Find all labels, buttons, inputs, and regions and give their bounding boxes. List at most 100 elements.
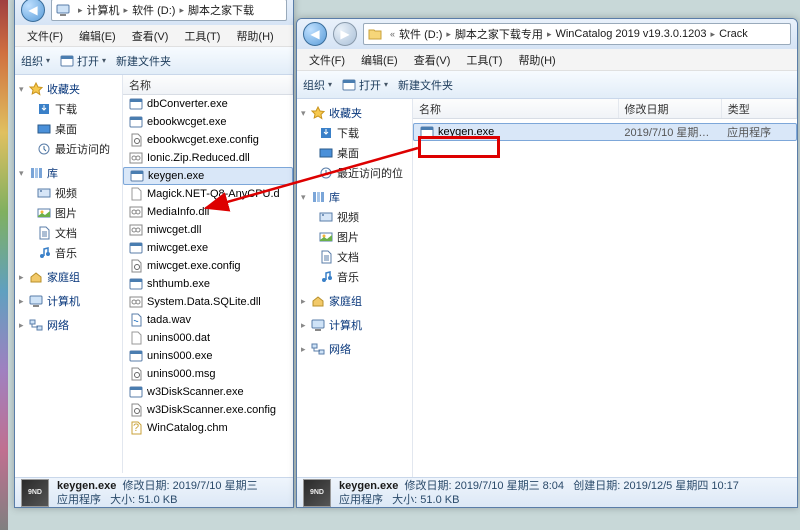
- file-row[interactable]: miwcget.exe: [123, 239, 293, 257]
- cfg-icon: [129, 259, 143, 273]
- file-row[interactable]: System.Data.SQLite.dll: [123, 293, 293, 311]
- nav-item[interactable]: 图片: [297, 227, 412, 247]
- exe-icon: [129, 241, 143, 255]
- nav-item[interactable]: 下载: [297, 123, 412, 143]
- exe-icon: [129, 97, 143, 111]
- nav-item[interactable]: 最近访问的: [15, 139, 122, 159]
- address-bar[interactable]: ▸计算机 ▸软件 (D:) ▸脚本之家下载: [51, 0, 287, 21]
- dat-icon: [129, 331, 143, 345]
- nav-item[interactable]: 视频: [15, 183, 122, 203]
- menu-help[interactable]: 帮助(H): [510, 52, 563, 68]
- file-row[interactable]: unins000.msg: [123, 365, 293, 383]
- file-thumbnail: 9ND: [303, 479, 331, 507]
- nav-group[interactable]: ▾库: [297, 187, 412, 207]
- address-bar[interactable]: «软件 (D:) ▸脚本之家下载专用 ▸WinCatalog 2019 v19.…: [363, 23, 791, 45]
- menu-view[interactable]: 查看(V): [124, 28, 177, 44]
- nav-group[interactable]: ▸家庭组: [15, 267, 122, 287]
- toolbar: 组织▾ 打开▾ 新建文件夹: [297, 71, 797, 99]
- file-row[interactable]: shthumb.exe: [123, 275, 293, 293]
- exe-icon: [129, 349, 143, 363]
- cfg-icon: [129, 403, 143, 417]
- nav-item[interactable]: 文档: [297, 247, 412, 267]
- folder-icon: [368, 27, 382, 41]
- file-list[interactable]: 名称 dbConverter.exeebookwcget.exeebookwcg…: [123, 75, 293, 473]
- titlebar: ◀ ▶ «软件 (D:) ▸脚本之家下载专用 ▸WinCatalog 2019 …: [297, 19, 797, 49]
- menu-view[interactable]: 查看(V): [406, 52, 459, 68]
- back-button[interactable]: ◀: [21, 0, 45, 22]
- file-row[interactable]: tada.wav: [123, 311, 293, 329]
- file-row[interactable]: miwcget.exe.config: [123, 257, 293, 275]
- forward-button[interactable]: ▶: [333, 22, 357, 46]
- file-row[interactable]: WinCatalog.chm: [123, 419, 293, 437]
- file-row[interactable]: unins000.exe: [123, 347, 293, 365]
- dat-icon: [129, 187, 143, 201]
- menu-tools[interactable]: 工具(T): [176, 28, 228, 44]
- organize-button[interactable]: 组织▾: [303, 77, 332, 93]
- nav-item[interactable]: 音乐: [297, 267, 412, 287]
- col-name[interactable]: 名称: [123, 75, 293, 94]
- file-row[interactable]: w3DiskScanner.exe.config: [123, 401, 293, 419]
- nav-group[interactable]: ▾库: [15, 163, 122, 183]
- toolbar: 组织▾ 打开▾ 新建文件夹: [15, 47, 293, 75]
- details-pane: 9ND keygen.exe 修改日期: 2019/7/10 星期三 应用程序 …: [15, 477, 293, 507]
- menubar: 文件(F) 编辑(E) 查看(V) 工具(T) 帮助(H): [297, 49, 797, 71]
- file-row[interactable]: Ionic.Zip.Reduced.dll: [123, 149, 293, 167]
- nav-item[interactable]: 音乐: [15, 243, 122, 263]
- menu-edit[interactable]: 编辑(E): [71, 28, 124, 44]
- open-button[interactable]: 打开▾: [342, 77, 388, 93]
- menu-tools[interactable]: 工具(T): [458, 52, 510, 68]
- file-row[interactable]: unins000.dat: [123, 329, 293, 347]
- file-row[interactable]: w3DiskScanner.exe: [123, 383, 293, 401]
- col-name[interactable]: 名称: [413, 99, 619, 118]
- chm-icon: [129, 421, 143, 435]
- dll-icon: [129, 295, 143, 309]
- menu-file[interactable]: 文件(F): [301, 52, 353, 68]
- menu-file[interactable]: 文件(F): [19, 28, 71, 44]
- file-row[interactable]: ebookwcget.exe.config: [123, 131, 293, 149]
- nav-group[interactable]: ▸计算机: [297, 315, 412, 335]
- exe-icon: [129, 385, 143, 399]
- col-type[interactable]: 类型: [722, 99, 797, 118]
- file-row[interactable]: Magick.NET-Q8-AnyCPU.d: [123, 185, 293, 203]
- file-row[interactable]: ebookwcget.exe: [123, 113, 293, 131]
- cfg-icon: [129, 367, 143, 381]
- organize-button[interactable]: 组织▾: [21, 53, 50, 69]
- nav-item[interactable]: 桌面: [297, 143, 412, 163]
- nav-pane: ▾收藏夹下载桌面最近访问的 ▾库视频图片文档音乐 ▸家庭组 ▸计算机 ▸网络: [15, 75, 123, 473]
- nav-item[interactable]: 视频: [297, 207, 412, 227]
- list-header[interactable]: 名称: [123, 75, 293, 95]
- titlebar: ◀ ▸计算机 ▸软件 (D:) ▸脚本之家下载: [15, 0, 293, 25]
- menu-edit[interactable]: 编辑(E): [353, 52, 406, 68]
- nav-item[interactable]: 桌面: [15, 119, 122, 139]
- file-list[interactable]: 名称 修改日期 类型 keygen.exe 2019/7/10 星期… 应用程序: [413, 99, 797, 477]
- nav-item[interactable]: 图片: [15, 203, 122, 223]
- explorer-window-left: ◀ ▸计算机 ▸软件 (D:) ▸脚本之家下载 文件(F) 编辑(E) 查看(V…: [14, 0, 294, 508]
- open-button[interactable]: 打开▾: [60, 53, 106, 69]
- nav-group[interactable]: ▸网络: [15, 315, 122, 335]
- nav-group[interactable]: ▸网络: [297, 339, 412, 359]
- newfolder-button[interactable]: 新建文件夹: [398, 77, 453, 93]
- file-row[interactable]: miwcget.dll: [123, 221, 293, 239]
- list-header[interactable]: 名称 修改日期 类型: [413, 99, 797, 119]
- file-row[interactable]: dbConverter.exe: [123, 95, 293, 113]
- wav-icon: [129, 313, 143, 327]
- file-row[interactable]: keygen.exe: [123, 167, 293, 185]
- col-modified[interactable]: 修改日期: [619, 99, 722, 118]
- file-row[interactable]: MediaInfo.dll: [123, 203, 293, 221]
- dll-icon: [129, 151, 143, 165]
- nav-group[interactable]: ▸计算机: [15, 291, 122, 311]
- file-row[interactable]: keygen.exe 2019/7/10 星期… 应用程序: [413, 123, 797, 141]
- nav-item[interactable]: 文档: [15, 223, 122, 243]
- newfolder-button[interactable]: 新建文件夹: [116, 53, 171, 69]
- nav-group[interactable]: ▾收藏夹: [15, 79, 122, 99]
- back-button[interactable]: ◀: [303, 22, 327, 46]
- nav-item[interactable]: 最近访问的位: [297, 163, 412, 183]
- nav-group[interactable]: ▾收藏夹: [297, 103, 412, 123]
- explorer-window-right: ◀ ▶ «软件 (D:) ▸脚本之家下载专用 ▸WinCatalog 2019 …: [296, 18, 798, 508]
- menu-help[interactable]: 帮助(H): [228, 28, 281, 44]
- dll-icon: [129, 223, 143, 237]
- nav-group[interactable]: ▸家庭组: [297, 291, 412, 311]
- nav-item[interactable]: 下载: [15, 99, 122, 119]
- nav-pane: ▾收藏夹下载桌面最近访问的位 ▾库视频图片文档音乐 ▸家庭组 ▸计算机 ▸网络: [297, 99, 413, 477]
- exe-icon: [129, 115, 143, 129]
